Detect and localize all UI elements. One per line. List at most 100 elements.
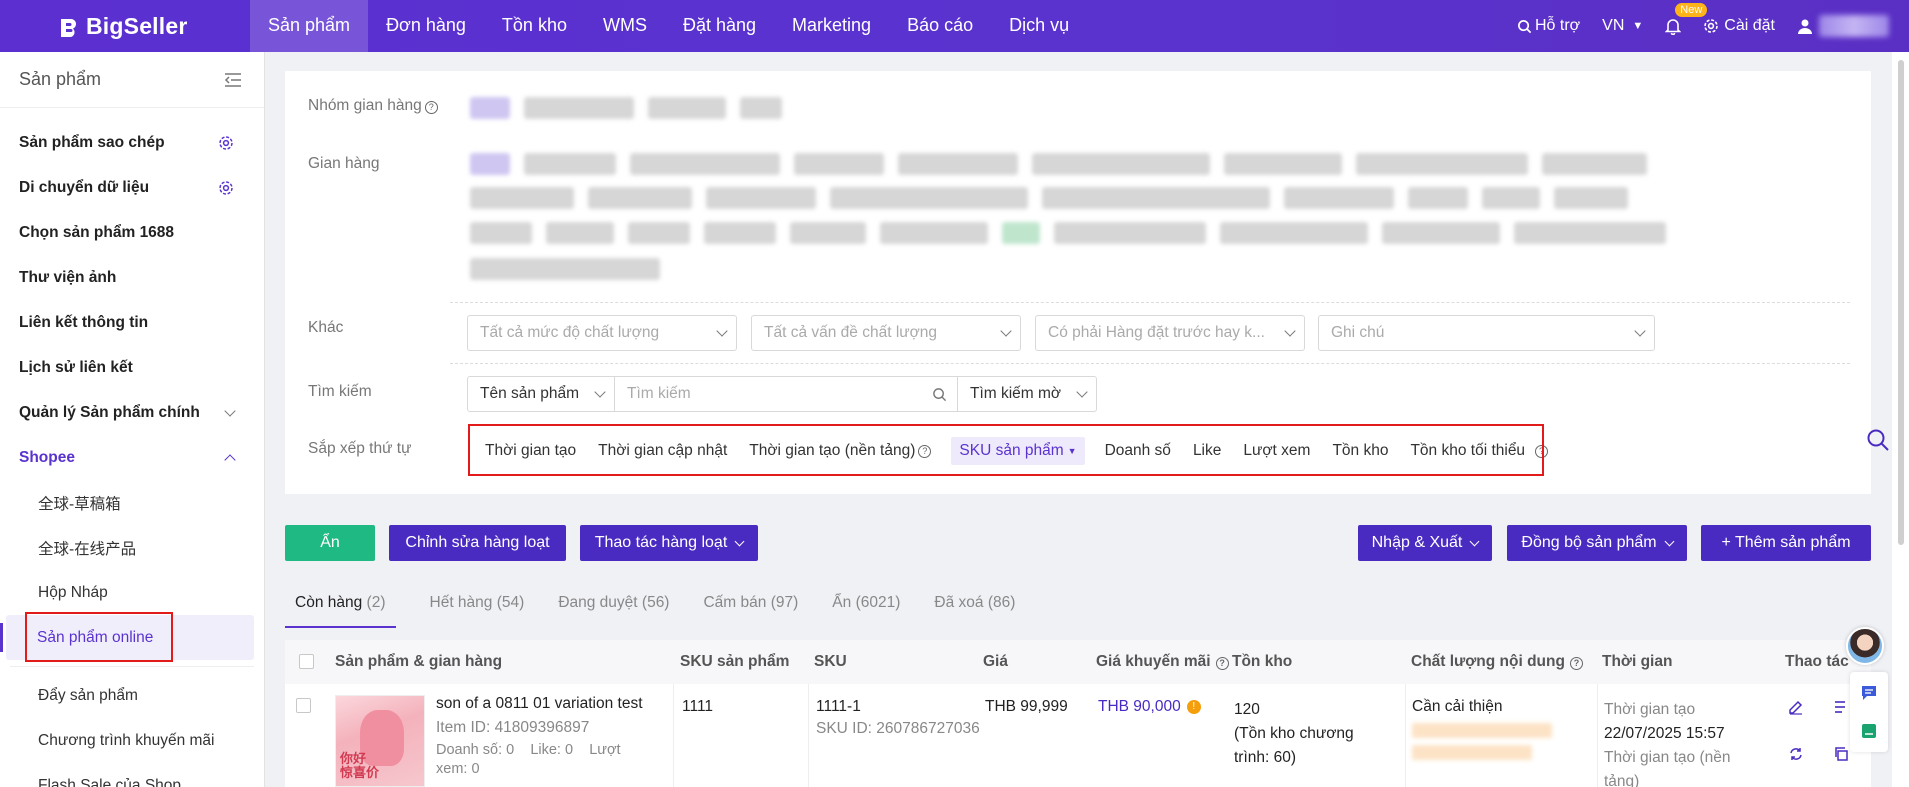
- sidebar-item-shopee[interactable]: Shopee: [0, 435, 264, 480]
- shop-group-chip[interactable]: [740, 97, 782, 119]
- support-link[interactable]: Hỗ trợ: [1517, 17, 1580, 35]
- sidebar-sub-drafts[interactable]: Hộp Nháp: [0, 570, 264, 615]
- shop-chip[interactable]: [470, 258, 660, 280]
- search-field-select[interactable]: Tên sản phẩm: [467, 376, 615, 412]
- nav-wms[interactable]: WMS: [585, 0, 665, 52]
- edit-icon[interactable]: [1788, 699, 1804, 715]
- shop-chip[interactable]: [830, 187, 1028, 209]
- shop-group-chip[interactable]: [470, 97, 510, 119]
- support-agent-avatar[interactable]: [1846, 627, 1884, 665]
- shop-chip[interactable]: [1482, 187, 1540, 209]
- shop-chip[interactable]: [630, 153, 780, 175]
- user-menu[interactable]: [1797, 15, 1889, 37]
- shop-chip[interactable]: [1224, 153, 1342, 175]
- shop-chip[interactable]: [1356, 153, 1528, 175]
- nav-services[interactable]: Dịch vụ: [991, 0, 1087, 52]
- tab-reviewing[interactable]: Đang duyệt (56): [558, 588, 669, 628]
- bulk-edit-button[interactable]: Chỉnh sửa hàng loạt: [389, 525, 566, 561]
- brand-logo[interactable]: BigSeller: [57, 13, 188, 40]
- sidebar-item-link-history[interactable]: Lịch sử liên kết: [0, 345, 264, 390]
- search-icon[interactable]: [932, 387, 947, 402]
- quality-issue-select[interactable]: Tất cả vấn đề chất lượng: [751, 315, 1021, 351]
- promo-price-value[interactable]: THB 90,000!: [1098, 698, 1201, 716]
- shop-chip[interactable]: [1382, 222, 1500, 244]
- shop-chip[interactable]: [706, 187, 816, 209]
- details-icon[interactable]: [1833, 699, 1849, 715]
- shop-chip[interactable]: [790, 222, 866, 244]
- sidebar-sub-promotions[interactable]: Chương trình khuyến mãi: [0, 718, 264, 763]
- shop-chip[interactable]: [794, 153, 884, 175]
- tab-hidden[interactable]: Ẩn (6021): [832, 588, 900, 628]
- sync-icon[interactable]: [1788, 746, 1804, 762]
- shop-chip[interactable]: [1002, 222, 1040, 244]
- tab-deleted[interactable]: Đã xoá (86): [934, 588, 1015, 628]
- shop-chip[interactable]: [470, 187, 574, 209]
- import-export-button[interactable]: Nhập & Xuất: [1358, 525, 1492, 561]
- shop-chip[interactable]: [588, 187, 692, 209]
- shop-chip[interactable]: [1542, 153, 1647, 175]
- select-all-checkbox[interactable]: [299, 654, 314, 669]
- shop-chip[interactable]: [628, 222, 690, 244]
- shop-chip[interactable]: [546, 222, 614, 244]
- sidebar-item-1688[interactable]: Chọn sản phẩm 1688: [0, 210, 264, 255]
- bulk-actions-button[interactable]: Thao tác hàng loạt: [580, 525, 758, 561]
- search-mode-select[interactable]: Tìm kiếm mờ: [957, 376, 1097, 412]
- notifications-button[interactable]: New: [1665, 2, 1708, 35]
- hide-button[interactable]: Ẩn: [285, 525, 375, 561]
- tab-out-of-stock[interactable]: Hết hàng (54): [430, 588, 525, 628]
- shop-group-chip[interactable]: [648, 97, 726, 119]
- copy-icon[interactable]: [1833, 746, 1849, 762]
- shop-group-chip[interactable]: [524, 97, 634, 119]
- shop-chip[interactable]: [524, 153, 616, 175]
- notes-select[interactable]: Ghi chú: [1318, 315, 1655, 351]
- shop-chip[interactable]: [1554, 187, 1628, 209]
- shop-chip[interactable]: [1032, 153, 1210, 175]
- add-product-button[interactable]: + Thêm sản phẩm: [1701, 525, 1871, 561]
- settings-gear-icon[interactable]: [218, 180, 234, 196]
- shop-chip[interactable]: [470, 222, 532, 244]
- product-thumbnail[interactable]: 你好 惊喜价: [335, 695, 425, 787]
- help-icon[interactable]: ?: [1569, 657, 1583, 670]
- sidebar-item-copy-products[interactable]: Sản phẩm sao chép: [0, 120, 264, 165]
- book-icon[interactable]: [1860, 722, 1878, 740]
- shop-chip[interactable]: [1220, 222, 1368, 244]
- sidebar-item-link-info[interactable]: Liên kết thông tin: [0, 300, 264, 345]
- help-icon[interactable]: ?: [1215, 657, 1229, 670]
- nav-products[interactable]: Sản phẩm: [250, 0, 369, 52]
- collapse-sidebar-icon[interactable]: [224, 72, 242, 88]
- search-input[interactable]: Tìm kiếm: [614, 376, 958, 412]
- chat-icon[interactable]: [1860, 684, 1878, 702]
- nav-orders[interactable]: Đơn hàng: [368, 0, 484, 52]
- sidebar-item-master-products[interactable]: Quản lý Sản phẩm chính: [0, 390, 264, 435]
- sidebar-sub-push-products[interactable]: Đẩy sản phẩm: [0, 673, 264, 718]
- settings-gear-icon[interactable]: [218, 135, 234, 151]
- sidebar-scrollbar[interactable]: [264, 202, 265, 782]
- nav-purchase[interactable]: Đặt hàng: [665, 0, 774, 52]
- preorder-select[interactable]: Có phải Hàng đặt trước hay k...: [1035, 315, 1305, 351]
- tab-in-stock[interactable]: Còn hàng (2): [285, 588, 396, 628]
- shop-chip[interactable]: [1054, 222, 1206, 244]
- sidebar-item-data-migration[interactable]: Di chuyển dữ liệu: [0, 165, 264, 210]
- row-checkbox[interactable]: [296, 698, 311, 713]
- quality-level-select[interactable]: Tất cả mức độ chất lượng: [467, 315, 737, 351]
- tab-banned[interactable]: Cấm bán (97): [703, 588, 798, 628]
- shop-chip[interactable]: [704, 222, 776, 244]
- shop-chip[interactable]: [1408, 187, 1468, 209]
- page-scrollbar[interactable]: [1898, 60, 1904, 545]
- sidebar-sub-global-drafts[interactable]: 全球-草稿箱: [0, 480, 264, 525]
- language-select[interactable]: VN ▼: [1602, 17, 1643, 35]
- nav-reports[interactable]: Báo cáo: [889, 0, 991, 52]
- settings-link[interactable]: Cài đặt: [1703, 17, 1775, 35]
- shop-chip[interactable]: [880, 222, 988, 244]
- sidebar-item-image-library[interactable]: Thư viện ảnh: [0, 255, 264, 300]
- shop-chip[interactable]: [898, 153, 1018, 175]
- sidebar-sub-global-online[interactable]: 全球-在线产品: [0, 525, 264, 570]
- floating-search-icon[interactable]: [1866, 428, 1890, 452]
- shop-chip[interactable]: [1042, 187, 1270, 209]
- shop-chip[interactable]: [470, 153, 510, 175]
- nav-inventory[interactable]: Tồn kho: [484, 0, 585, 52]
- help-icon[interactable]: ?: [424, 101, 438, 114]
- shop-chip[interactable]: [1514, 222, 1666, 244]
- nav-marketing[interactable]: Marketing: [774, 0, 889, 52]
- sidebar-sub-flash-sale[interactable]: Flash Sale của Shop: [0, 763, 264, 787]
